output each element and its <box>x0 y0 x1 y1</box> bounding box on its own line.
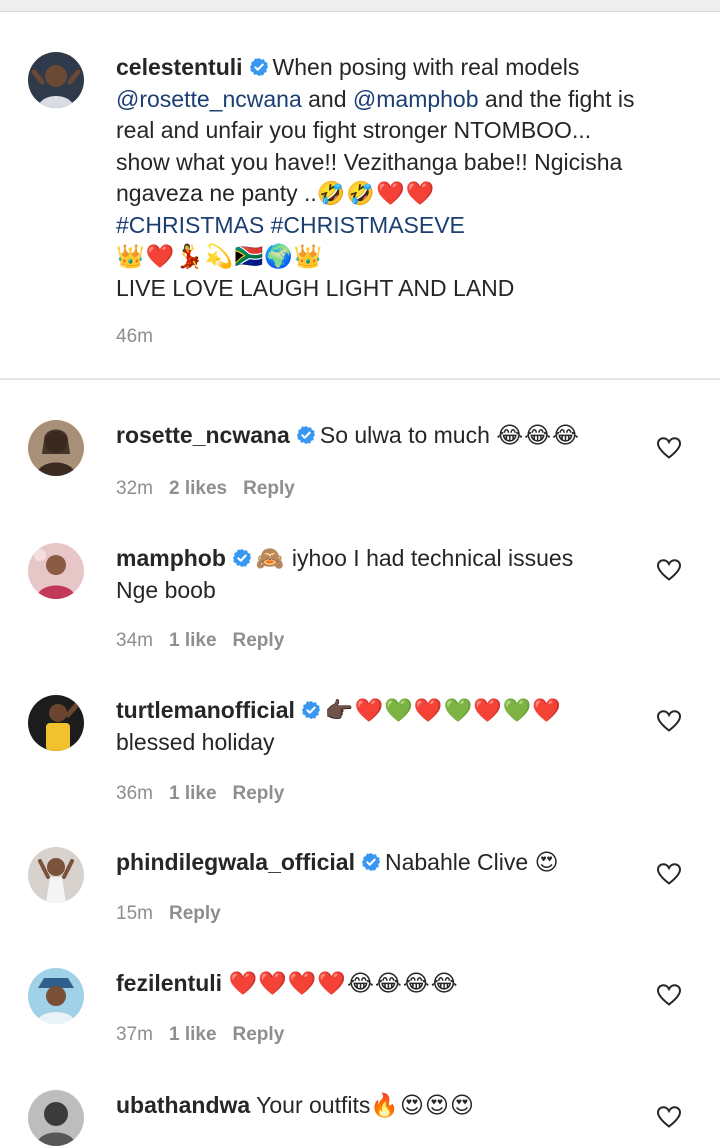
comment-text: iyhoo I had technical issues <box>291 545 574 571</box>
comment-body: fezilentuli ❤️❤️❤️❤️😂😂😂😂 <box>116 968 636 1000</box>
comment-emoji: 😍 <box>534 849 560 875</box>
caption-text-line-2: and the fight is <box>478 85 635 112</box>
comment-meta: 34m 1 like Reply <box>116 630 284 652</box>
reply-button[interactable]: Reply <box>233 783 285 804</box>
caption-avatar[interactable] <box>28 52 84 108</box>
comment-text: So ulwa to much <box>319 422 490 448</box>
comment-timestamp: 32m <box>116 478 153 499</box>
comment-meta: 32m 2 likes Reply <box>116 478 295 500</box>
comment-timestamp: 37m <box>116 1024 153 1045</box>
comment-username[interactable]: mamphob <box>116 545 226 571</box>
comment-avatar[interactable] <box>28 695 84 751</box>
caption-divider <box>0 378 720 380</box>
comment-avatar[interactable] <box>28 420 84 476</box>
comment-text: blessed holiday <box>116 728 275 755</box>
comment-body: ubathandwa Your outfits🔥😍😍😍 <box>116 1090 636 1122</box>
like-heart-icon[interactable] <box>656 558 682 582</box>
reply-button[interactable]: Reply <box>243 478 295 499</box>
comment-body: turtlemanofficial 👉🏿❤️💚❤️💚❤️💚❤️ blessed h… <box>116 695 636 758</box>
comment-avatar[interactable] <box>28 1090 84 1146</box>
comment-text: Your outfits <box>256 1092 371 1118</box>
like-heart-icon[interactable] <box>656 1105 682 1129</box>
reply-button[interactable]: Reply <box>233 1024 285 1045</box>
caption-emoji-2: 👑❤️💃💫🇿🇦🌍👑 <box>116 243 324 269</box>
comment-meta: 37m 1 like Reply <box>116 1024 284 1046</box>
comment-likes[interactable]: 2 likes <box>169 478 227 499</box>
like-heart-icon[interactable] <box>656 436 682 460</box>
comment-emoji: 🔥😍😍😍 <box>370 1092 475 1118</box>
comment-username[interactable]: rosette_ncwana <box>116 422 290 448</box>
comment-username[interactable]: fezilentuli <box>116 970 222 996</box>
mention-mamphob[interactable]: @mamphob <box>353 86 479 112</box>
comment-body: rosette_ncwana So ulwa to much 😂😂😂 <box>116 420 636 452</box>
top-divider-bar <box>0 0 720 12</box>
comment-avatar[interactable] <box>28 847 84 903</box>
caption-text-line-3: real and unfair you fight stronger NTOMB… <box>116 117 592 143</box>
like-heart-icon[interactable] <box>656 862 682 886</box>
caption-timestamp: 46m <box>116 326 153 347</box>
comment-timestamp: 15m <box>116 903 153 924</box>
comment-emoji: 🙈 <box>255 545 286 571</box>
caption-text-line-4: show what you have!! Vezithanga babe!! N… <box>116 148 623 175</box>
comment-emoji: 👉🏿❤️💚❤️💚❤️💚❤️ <box>324 697 563 723</box>
comment-timestamp: 34m <box>116 630 153 651</box>
comment-text: Nabahle Clive <box>384 849 529 875</box>
comment-username[interactable]: phindilegwala_official <box>116 849 355 875</box>
reply-button[interactable]: Reply <box>233 630 285 651</box>
caption-username[interactable]: celestentuli <box>116 54 243 80</box>
comment-emoji: ❤️❤️❤️❤️😂😂😂😂 <box>228 970 459 996</box>
verified-badge-icon <box>232 548 252 568</box>
comment-body: phindilegwala_official Nabahle Clive 😍 <box>116 847 636 879</box>
post-caption: celestentuli When posing with real models… <box>116 52 696 304</box>
comment-username[interactable]: ubathandwa <box>116 1092 250 1118</box>
comment-likes[interactable]: 1 like <box>169 1024 217 1045</box>
caption-text-and: and <box>301 85 353 112</box>
comment-body: mamphob 🙈 iyhoo I had technical issues Ng… <box>116 543 636 606</box>
caption-emoji-1: 🤣🤣❤️❤️ <box>316 180 436 206</box>
comment-meta: 15m Reply <box>116 903 221 925</box>
like-heart-icon[interactable] <box>656 983 682 1007</box>
comment-username[interactable]: turtlemanofficial <box>116 697 295 723</box>
caption-text-line-5: ngaveza ne panty .. <box>116 180 317 206</box>
comment-meta: 36m 1 like Reply <box>116 783 284 805</box>
caption-text-line-1: When posing with real models <box>272 54 580 80</box>
comment-emoji: 😂😂😂 <box>496 422 580 448</box>
comment-likes[interactable]: 1 like <box>169 783 217 804</box>
comment-timestamp: 36m <box>116 783 153 804</box>
verified-badge-icon <box>249 57 269 77</box>
caption-hashtags[interactable]: #CHRISTMAS #CHRISTMASEVE <box>116 210 696 242</box>
comment-avatar[interactable] <box>28 543 84 599</box>
verified-badge-icon <box>361 852 381 872</box>
caption-text-line-8: LIVE LOVE LAUGH LIGHT AND LAND <box>116 274 515 301</box>
like-heart-icon[interactable] <box>656 709 682 733</box>
comment-text-line-2: Nge boob <box>116 576 216 603</box>
verified-badge-icon <box>296 425 316 445</box>
comment-likes[interactable]: 1 like <box>169 630 217 651</box>
verified-badge-icon <box>301 700 321 720</box>
mention-rosette[interactable]: @rosette_ncwana <box>116 86 302 112</box>
reply-button[interactable]: Reply <box>169 903 221 924</box>
comment-avatar[interactable] <box>28 968 84 1024</box>
